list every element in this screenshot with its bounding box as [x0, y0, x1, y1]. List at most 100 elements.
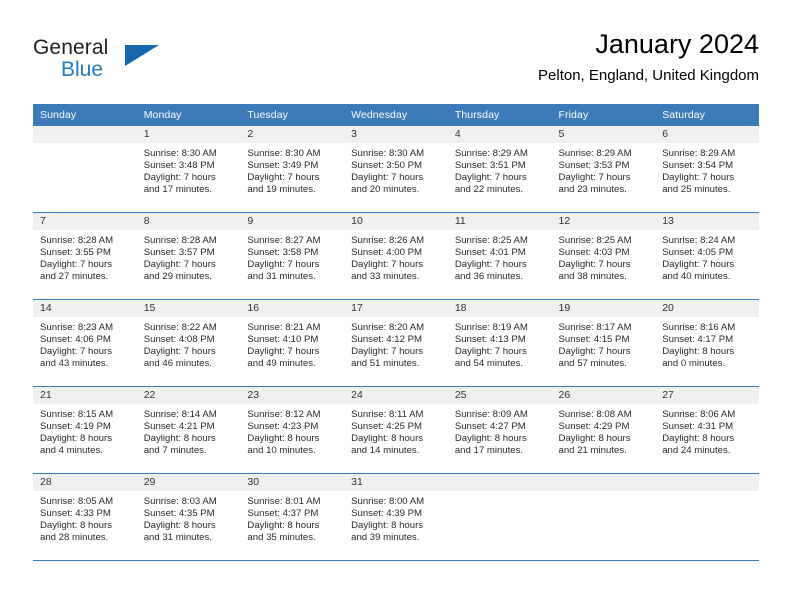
- sunrise-text: Sunrise: 8:22 AM: [143, 322, 217, 333]
- calendar-day-cell[interactable]: 30 Sunrise: 8:01 AM Sunset: 4:37 PM Dayligh…: [240, 473, 345, 561]
- day-sun-info: Sunrise: 8:17 AM Sunset: 4:15 PM Daylight:…: [552, 317, 656, 370]
- daylight-text-cont: and 14 minutes.: [351, 444, 420, 456]
- sunrise-text: Sunrise: 8:23 AM: [40, 322, 114, 333]
- calendar-day-cell[interactable]: 23 Sunrise: 8:12 AM Sunset: 4:23 PM Dayligh…: [240, 386, 345, 474]
- day-cell-inner: 10 Sunrise: 8:26 AM Sunset: 4:00 PM Dayligh…: [344, 213, 448, 299]
- day-sun-info: Sunrise: 8:00 AM Sunset: 4:39 PM Daylight:…: [344, 491, 448, 544]
- daylight-text-cont: and 43 minutes.: [40, 357, 109, 369]
- daylight-text: Daylight: 7 hours: [454, 171, 527, 183]
- daylight-text-cont: and 17 minutes.: [143, 183, 212, 195]
- calendar-day-cell[interactable]: 20 Sunrise: 8:16 AM Sunset: 4:17 PM Dayligh…: [655, 299, 759, 387]
- calendar-day-cell[interactable]: 18 Sunrise: 8:19 AM Sunset: 4:13 PM Dayligh…: [447, 299, 552, 387]
- calendar-day-cell[interactable]: 29 Sunrise: 8:03 AM Sunset: 4:35 PM Dayligh…: [136, 473, 241, 561]
- sunset-text: Sunset: 4:10 PM: [247, 333, 319, 345]
- calendar-day-cell[interactable]: 12 Sunrise: 8:25 AM Sunset: 4:03 PM Dayligh…: [551, 212, 656, 300]
- day-sun-info: Sunrise: 8:30 AM Sunset: 3:48 PM Daylight:…: [137, 143, 241, 196]
- day-number: 17: [344, 300, 448, 317]
- calendar-day-cell-empty: [551, 473, 656, 561]
- title-block: January 2024 Pelton, England, United Kin…: [538, 28, 759, 86]
- sunset-text: Sunset: 4:37 PM: [247, 507, 319, 519]
- calendar-day-cell[interactable]: 10 Sunrise: 8:26 AM Sunset: 4:00 PM Dayligh…: [344, 212, 448, 300]
- daylight-text: Daylight: 7 hours: [351, 345, 424, 357]
- calendar-day-cell[interactable]: 26 Sunrise: 8:08 AM Sunset: 4:29 PM Dayligh…: [551, 386, 656, 474]
- calendar-day-cell[interactable]: 1 Sunrise: 8:30 AM Sunset: 3:48 PM Daylight…: [136, 126, 241, 213]
- sunrise-text: Sunrise: 8:14 AM: [143, 409, 217, 420]
- calendar-day-cell[interactable]: 6 Sunrise: 8:29 AM Sunset: 3:54 PM Daylight…: [655, 126, 759, 213]
- weekday-header-row: Sunday Monday Tuesday Wednesday Thursday Frid…: [33, 104, 759, 126]
- page-title: January 2024: [595, 29, 759, 59]
- calendar-day-cell[interactable]: 11 Sunrise: 8:25 AM Sunset: 4:01 PM Dayligh…: [447, 212, 552, 300]
- weekday-header-monday: Monday: [136, 104, 241, 126]
- day-sun-info: Sunrise: 8:19 AM Sunset: 4:13 PM Daylight:…: [448, 317, 552, 370]
- day-cell-inner: 24 Sunrise: 8:11 AM Sunset: 4:25 PM Dayligh…: [344, 387, 448, 473]
- daylight-text: Daylight: 8 hours: [558, 432, 631, 444]
- calendar-day-cell[interactable]: 8 Sunrise: 8:28 AM Sunset: 3:57 PM Daylight…: [136, 212, 241, 300]
- calendar-day-cell[interactable]: 4 Sunrise: 8:29 AM Sunset: 3:51 PM Daylight…: [447, 126, 552, 213]
- daylight-text: Daylight: 7 hours: [351, 258, 424, 270]
- day-cell-inner: [655, 474, 759, 560]
- sunrise-text: Sunrise: 8:00 AM: [351, 496, 425, 507]
- daylight-text: Daylight: 7 hours: [40, 345, 112, 357]
- day-number: 1: [136, 126, 241, 143]
- sunrise-text: Sunrise: 8:24 AM: [662, 235, 736, 246]
- calendar-day-cell[interactable]: 17 Sunrise: 8:20 AM Sunset: 4:12 PM Dayligh…: [344, 299, 448, 387]
- day-number: [33, 126, 137, 143]
- calendar-day-cell[interactable]: 24 Sunrise: 8:11 AM Sunset: 4:25 PM Dayligh…: [344, 386, 448, 474]
- day-sun-info: Sunrise: 8:05 AM Sunset: 4:33 PM Daylight:…: [33, 491, 137, 544]
- day-cell-inner: [447, 474, 552, 560]
- day-number: 29: [136, 474, 241, 491]
- daylight-text-cont: and 35 minutes.: [247, 531, 316, 543]
- calendar-day-cell[interactable]: 25 Sunrise: 8:09 AM Sunset: 4:27 PM Dayligh…: [447, 386, 552, 474]
- calendar-day-cell[interactable]: 9 Sunrise: 8:27 AM Sunset: 3:58 PM Daylight…: [240, 212, 345, 300]
- day-sun-info: Sunrise: 8:01 AM Sunset: 4:37 PM Daylight:…: [240, 491, 344, 544]
- calendar-day-cell[interactable]: 19 Sunrise: 8:17 AM Sunset: 4:15 PM Dayligh…: [551, 299, 656, 387]
- calendar-day-cell[interactable]: 22 Sunrise: 8:14 AM Sunset: 4:21 PM Dayligh…: [136, 386, 241, 474]
- sunset-text: Sunset: 4:12 PM: [351, 333, 423, 345]
- calendar-day-cell[interactable]: 28 Sunrise: 8:05 AM Sunset: 4:33 PM Dayligh…: [33, 473, 137, 561]
- day-number: 26: [551, 387, 656, 404]
- calendar-day-cell[interactable]: 5 Sunrise: 8:29 AM Sunset: 3:53 PM Daylight…: [551, 126, 656, 213]
- daylight-text: Daylight: 8 hours: [40, 519, 112, 531]
- day-cell-inner: 22 Sunrise: 8:14 AM Sunset: 4:21 PM Dayligh…: [136, 387, 241, 473]
- calendar-day-cell[interactable]: 15 Sunrise: 8:22 AM Sunset: 4:08 PM Dayligh…: [136, 299, 241, 387]
- sunset-text: Sunset: 4:23 PM: [247, 420, 319, 432]
- calendar-day-cell[interactable]: 31 Sunrise: 8:00 AM Sunset: 4:39 PM Dayligh…: [344, 473, 448, 561]
- day-sun-info: Sunrise: 8:26 AM Sunset: 4:00 PM Daylight:…: [344, 230, 448, 283]
- calendar-day-cell[interactable]: 16 Sunrise: 8:21 AM Sunset: 4:10 PM Dayligh…: [240, 299, 345, 387]
- sunrise-text: Sunrise: 8:25 AM: [454, 235, 528, 246]
- weekday-header-tuesday: Tuesday: [240, 104, 345, 126]
- day-number: [655, 474, 759, 491]
- calendar-day-cell[interactable]: 2 Sunrise: 8:30 AM Sunset: 3:49 PM Daylight…: [240, 126, 345, 213]
- calendar-day-cell[interactable]: 14 Sunrise: 8:23 AM Sunset: 4:06 PM Dayligh…: [33, 299, 137, 387]
- daylight-text-cont: and 54 minutes.: [454, 357, 524, 369]
- day-sun-info: [448, 491, 552, 496]
- page-header: General Blue January 2024 Pelton, Englan…: [33, 28, 759, 98]
- day-sun-info: Sunrise: 8:28 AM Sunset: 3:55 PM Daylight:…: [33, 230, 137, 283]
- calendar-day-cell[interactable]: 27 Sunrise: 8:06 AM Sunset: 4:31 PM Dayligh…: [655, 386, 759, 474]
- page-subtitle: Pelton, England, United Kingdom: [538, 67, 759, 84]
- sunrise-text: Sunrise: 8:27 AM: [247, 235, 321, 246]
- calendar-day-cell[interactable]: 21 Sunrise: 8:15 AM Sunset: 4:19 PM Dayligh…: [33, 386, 137, 474]
- day-sun-info: Sunrise: 8:29 AM Sunset: 3:51 PM Daylight:…: [448, 143, 552, 196]
- daylight-text-cont: and 57 minutes.: [558, 357, 627, 369]
- day-cell-inner: 30 Sunrise: 8:01 AM Sunset: 4:37 PM Dayligh…: [240, 474, 345, 560]
- calendar-day-cell[interactable]: 7 Sunrise: 8:28 AM Sunset: 3:55 PM Daylight…: [33, 212, 137, 300]
- calendar-day-cell[interactable]: 13 Sunrise: 8:24 AM Sunset: 4:05 PM Dayligh…: [655, 212, 759, 300]
- daylight-text: Daylight: 7 hours: [558, 345, 631, 357]
- calendar-day-cell[interactable]: 3 Sunrise: 8:30 AM Sunset: 3:50 PM Daylight…: [344, 126, 448, 213]
- daylight-text: Daylight: 7 hours: [143, 171, 216, 183]
- calendar-day-cell-empty: [447, 473, 552, 561]
- day-number: 18: [447, 300, 552, 317]
- daylight-text: Daylight: 7 hours: [558, 171, 631, 183]
- daylight-text-cont: and 29 minutes.: [143, 270, 212, 282]
- day-cell-inner: 1 Sunrise: 8:30 AM Sunset: 3:48 PM Daylight…: [136, 126, 241, 212]
- day-cell-inner: 18 Sunrise: 8:19 AM Sunset: 4:13 PM Dayligh…: [447, 300, 552, 386]
- daylight-text: Daylight: 7 hours: [454, 258, 527, 270]
- day-cell-inner: 3 Sunrise: 8:30 AM Sunset: 3:50 PM Daylight…: [344, 126, 448, 212]
- day-cell-inner: 4 Sunrise: 8:29 AM Sunset: 3:51 PM Daylight…: [447, 126, 552, 212]
- brand-logo[interactable]: General Blue: [33, 36, 163, 88]
- sunset-text: Sunset: 4:21 PM: [143, 420, 215, 432]
- day-cell-inner: 13 Sunrise: 8:24 AM Sunset: 4:05 PM Dayligh…: [655, 213, 759, 299]
- sunrise-text: Sunrise: 8:17 AM: [558, 322, 632, 333]
- day-cell-inner: 20 Sunrise: 8:16 AM Sunset: 4:17 PM Dayligh…: [655, 300, 759, 386]
